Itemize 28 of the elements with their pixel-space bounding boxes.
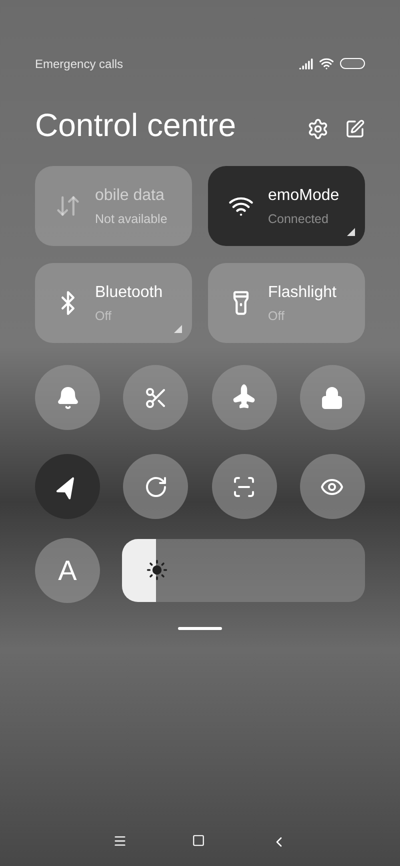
wifi-icon: [319, 56, 334, 71]
bell-icon: [56, 386, 80, 410]
rotation-icon: [144, 474, 168, 498]
home-square-icon[interactable]: [192, 834, 206, 847]
tile-label: emoMode: [268, 186, 340, 206]
tile-label: Flashlight: [268, 282, 336, 303]
arrows-icon: [55, 193, 81, 219]
sun-icon: [146, 559, 168, 581]
signal-icon: [299, 56, 313, 70]
tile-label: Bluetooth: [95, 282, 163, 303]
panel-handle[interactable]: [178, 627, 222, 630]
quick-tile[interactable]: emoMode Connected: [208, 166, 365, 246]
corner-triangle-icon: [174, 325, 182, 333]
status-text: Emergency calls: [35, 56, 124, 72]
tile-status: Not available: [95, 210, 168, 228]
page-title: Control centre: [35, 106, 236, 144]
corner-triangle-icon: [347, 228, 355, 236]
scan-icon: [232, 474, 256, 498]
menu-icon[interactable]: [112, 834, 127, 848]
settings-button[interactable]: [307, 118, 329, 140]
edit-button[interactable]: [345, 119, 365, 139]
scissors-icon: [144, 386, 168, 410]
battery-icon: [340, 58, 365, 69]
tile-status: Connected: [268, 210, 330, 228]
font-button[interactable]: A: [35, 538, 100, 603]
tile-label: obile data: [95, 186, 166, 206]
lock-icon: [320, 386, 344, 410]
brightness-slider[interactable]: [122, 539, 365, 602]
